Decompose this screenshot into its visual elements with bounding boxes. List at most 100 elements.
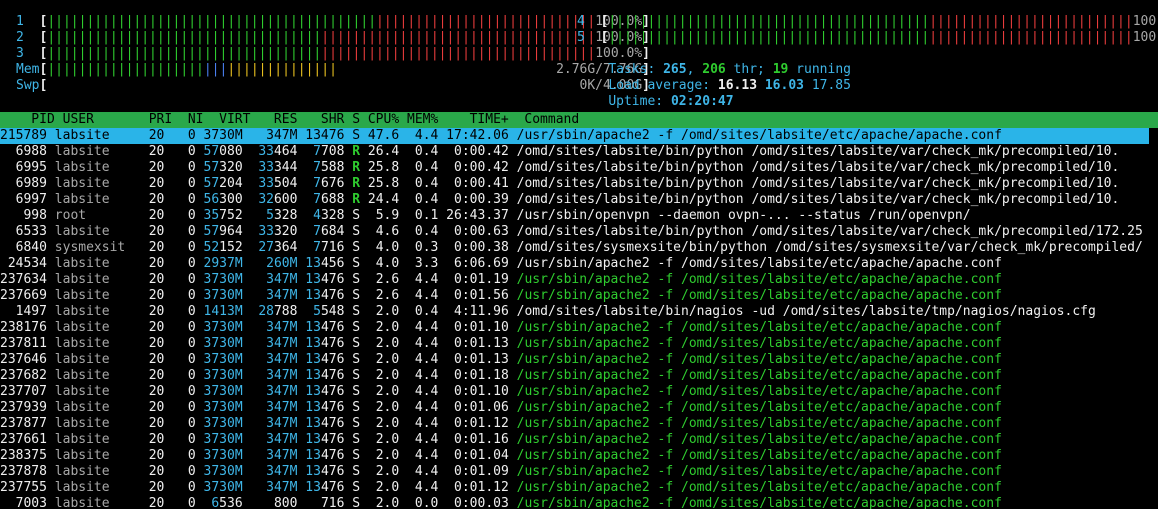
process-row[interactable]: 237646 labsite 20 0 3730M 347M 13476 S 2… [0,352,1002,368]
process-shr: 13476 [305,128,345,143]
process-res: 800 [273,496,298,509]
process-row[interactable]: 6995 labsite 20 0 57320 33344 7588 R 25.… [0,160,1120,176]
process-user: labsite [54,128,141,143]
process-ni: 0 [172,368,204,383]
process-cpu: 5.9 [360,208,400,223]
process-user: labsite [54,432,141,447]
process-res: 347M [266,432,298,447]
process-virt: 3730M [203,416,243,431]
process-res: 347M [266,288,298,303]
process-time: 6:06.69 [438,256,517,271]
process-cpu: 4.0 [360,256,400,271]
process-shr: 13476 [305,352,345,367]
process-res: 347M [266,336,298,351]
process-user: sysmexsit [54,240,141,255]
load-15: 17.85 [811,78,851,93]
process-virt: 35752 [203,208,243,223]
process-row[interactable]: 6840 sysmexsit 20 0 52152 27364 7716 S 4… [0,240,1143,256]
process-table-header[interactable]: PID USER PRI NI VIRT RES SHR S CPU% MEM%… [0,112,1158,128]
load-average-line: Load average: 16.13 16.03 17.85 [577,62,851,93]
process-row[interactable]: 998 root 20 0 35752 5328 4328 S 5.9 0.1 … [0,208,970,224]
process-state: R [352,160,361,175]
process-res: 347M [266,464,298,479]
cpu-meter-value: 100.0% [1132,30,1158,45]
process-command: /usr/sbin/apache2 -f /omd/sites/labsite/… [516,448,1002,463]
process-pri: 20 [140,128,173,143]
process-row[interactable]: 237877 labsite 20 0 3730M 347M 13476 S 2… [0,416,1002,432]
process-state: S [352,352,361,367]
process-row[interactable]: 7003 labsite 20 0 6536 800 716 S 2.0 0.0… [0,496,1002,509]
process-pid: 237811 [0,336,55,351]
process-state: S [352,448,361,463]
process-cpu: 2.0 [360,352,400,367]
process-row[interactable]: 238375 labsite 20 0 3730M 347M 13476 S 2… [0,448,1002,464]
process-time: 0:01.18 [438,368,517,383]
process-row[interactable]: 237661 labsite 20 0 3730M 347M 13476 S 2… [0,432,1002,448]
process-state: S [352,224,361,239]
process-cpu: 2.0 [360,304,400,319]
cpu-meter-user-bar: ||||||||||||||||||||||||||||||||||| [47,46,322,61]
process-virt: 56300 [203,192,243,207]
process-time: 0:01.19 [438,272,517,287]
process-row[interactable]: 6989 labsite 20 0 57204 33504 7676 R 25.… [0,176,1120,192]
mem-used-bar: |||||||||||||||||||| [47,62,204,77]
process-pri: 20 [140,496,173,509]
process-row[interactable]: 6533 labsite 20 0 57964 33320 7684 S 4.6… [0,224,1143,240]
process-row[interactable]: 6997 labsite 20 0 56300 32600 7688 R 24.… [0,192,1120,208]
process-virt: 3730M [203,432,243,447]
process-mem: 4.4 [399,128,439,143]
htop-terminal[interactable]: 1 [|||||||||||||||||||||||||||||||||||||… [0,0,1158,509]
process-user: root [54,208,141,223]
process-res: 347M [266,384,298,399]
process-res: 347M [266,352,298,367]
cpu-meter-system-bar: ||||||||||||||||||||||||||||||||||| [321,30,596,45]
process-row-selected[interactable]: 215789 labsite 20 0 3730M 347M 13476 S 4… [0,128,1158,144]
process-time: 0:00.42 [438,160,517,175]
process-ni: 0 [172,304,204,319]
process-pid: 237669 [0,288,55,303]
process-res: 33504 [258,176,298,191]
process-row[interactable]: 1497 labsite 20 0 1413M 28788 5548 S 2.0… [0,304,1096,320]
process-user: labsite [54,496,141,509]
process-row[interactable]: 237811 labsite 20 0 3730M 347M 13476 S 2… [0,336,1002,352]
process-mem: 4.4 [399,416,439,431]
process-mem: 0.3 [399,240,439,255]
process-state: S [352,288,361,303]
process-pri: 20 [140,288,173,303]
process-ni: 0 [172,144,204,159]
process-virt: 3730M [203,384,243,399]
process-ni: 0 [172,416,204,431]
process-row[interactable]: 237878 labsite 20 0 3730M 347M 13476 S 2… [0,464,1002,480]
process-row[interactable]: 237634 labsite 20 0 3730M 347M 13476 S 2… [0,272,1002,288]
process-state: S [352,400,361,415]
meter-bracket-open: [ [584,30,609,45]
process-command: /usr/sbin/apache2 -f /omd/sites/labsite/… [516,336,1002,351]
process-user: labsite [54,320,141,335]
process-time: 0:01.10 [438,320,517,335]
process-user: labsite [54,160,141,175]
process-cpu: 26.4 [360,144,400,159]
swp-label: Swp [16,78,40,93]
process-time: 0:01.10 [438,384,517,399]
process-res: 347M [266,272,298,287]
process-row[interactable]: 237707 labsite 20 0 3730M 347M 13476 S 2… [0,384,1002,400]
process-state: R [352,176,361,191]
cpu-meter-2: 2 [|||||||||||||||||||||||||||||||||||||… [16,30,650,46]
process-row[interactable]: 6988 labsite 20 0 57080 33464 7708 R 26.… [0,144,1120,160]
process-cpu: 2.0 [360,336,400,351]
process-row[interactable]: 237755 labsite 20 0 3730M 347M 13476 S 2… [0,480,1002,496]
process-mem: 4.4 [399,400,439,415]
process-row[interactable]: 237939 labsite 20 0 3730M 347M 13476 S 2… [0,400,1002,416]
uptime-label: Uptime: [608,94,671,109]
process-row[interactable]: 24534 labsite 20 0 2937M 260M 13456 S 4.… [0,256,1002,272]
process-virt: 3730M [203,368,243,383]
process-command: /usr/sbin/apache2 -f /omd/sites/labsite/… [516,416,1002,431]
process-virt: 3730M [203,128,243,143]
process-mem: 0.4 [399,304,439,319]
process-row[interactable]: 237682 labsite 20 0 3730M 347M 13476 S 2… [0,368,1002,384]
process-row[interactable]: 238176 labsite 20 0 3730M 347M 13476 S 2… [0,320,1002,336]
process-ni: 0 [172,224,204,239]
process-row[interactable]: 237669 labsite 20 0 3730M 347M 13476 S 2… [0,288,1002,304]
process-res: 347M [266,400,298,415]
meter-bracket-open: [ [23,14,48,29]
